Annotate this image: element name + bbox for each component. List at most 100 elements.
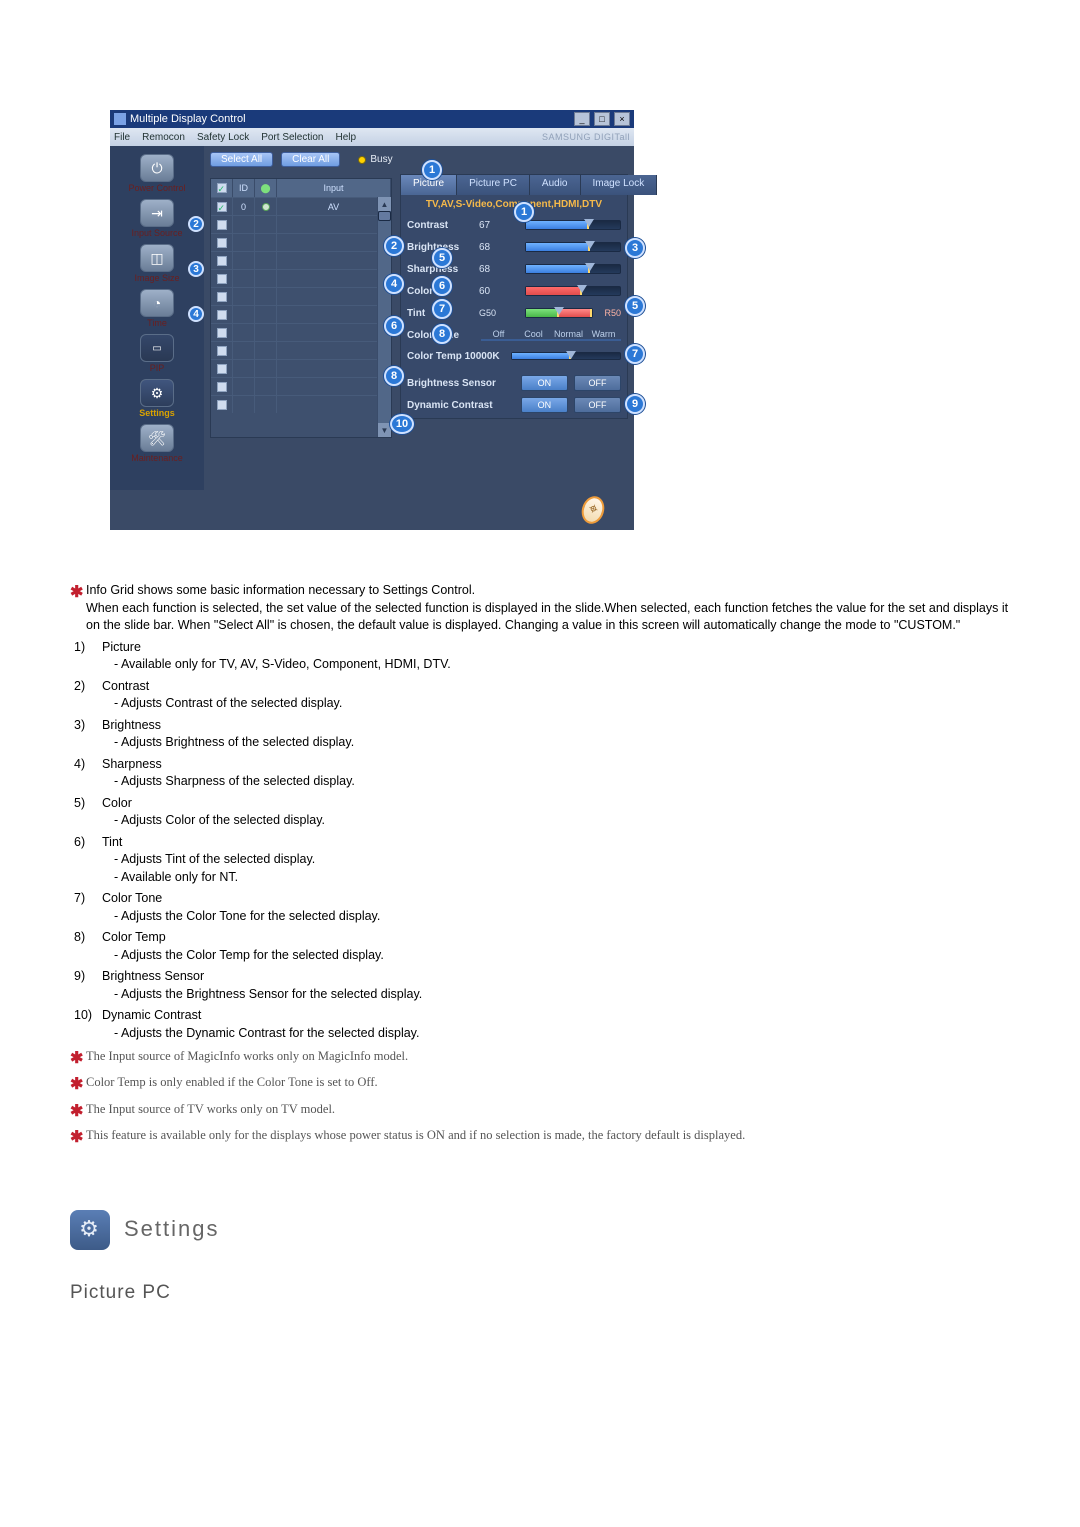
nav-input-source[interactable]: ⇥ Input Source 2 [114, 199, 200, 238]
close-button[interactable]: × [614, 112, 630, 126]
grid-row[interactable] [211, 215, 391, 233]
list-item-title: Color Temp [102, 929, 1010, 947]
minimize-button[interactable]: _ [574, 112, 590, 126]
nav-pip[interactable]: ▭ PIP [114, 334, 200, 373]
grid-row[interactable] [211, 287, 391, 305]
grid-row[interactable] [211, 251, 391, 269]
scroll-down-icon[interactable]: ▼ [378, 423, 391, 437]
tab-picture-pc[interactable]: Picture PC [457, 175, 530, 195]
checkbox-icon[interactable] [217, 346, 227, 356]
list-item-body: Color Tone- Adjusts the Color Tone for t… [102, 890, 1010, 925]
grid-row[interactable] [211, 359, 391, 377]
window-title: Multiple Display Control [130, 113, 246, 125]
list-item-number: 4) [70, 756, 102, 791]
menu-port-selection[interactable]: Port Selection [261, 132, 323, 143]
grid-header-check[interactable] [211, 179, 233, 197]
menu-remocon[interactable]: Remocon [142, 132, 185, 143]
image-size-icon: ◫ [140, 244, 174, 272]
clear-all-button[interactable]: Clear All [281, 152, 340, 167]
list-item-title: Brightness [102, 717, 1010, 735]
maximize-button[interactable]: □ [594, 112, 610, 126]
callout-badge: 6 [432, 276, 452, 296]
scroll-up-icon[interactable]: ▲ [378, 197, 391, 211]
nav-power-control[interactable]: ⏻ Power Control [114, 154, 200, 193]
list-item: 7)Color Tone- Adjusts the Color Tone for… [70, 890, 1010, 925]
slider-color-temp[interactable]: Color Temp 10000K [407, 346, 621, 366]
grid-header-id[interactable]: ID [233, 179, 255, 197]
busy-icon [358, 156, 366, 164]
checkbox-icon [217, 183, 227, 193]
intro-text: Info Grid shows some basic information n… [86, 582, 1010, 635]
grid-row[interactable] [211, 305, 391, 323]
list-item-number: 7) [70, 890, 102, 925]
list-item-sub: - Adjusts the Dynamic Contrast for the s… [102, 1025, 1010, 1043]
nav-time[interactable]: ◔ Time 4 [114, 289, 200, 328]
list-item-body: Dynamic Contrast- Adjusts the Dynamic Co… [102, 1007, 1010, 1042]
checkbox-icon[interactable] [217, 310, 227, 320]
brightness-sensor-off[interactable]: OFF [574, 375, 621, 391]
grid-row[interactable] [211, 377, 391, 395]
grid-row[interactable] [211, 341, 391, 359]
menu-file[interactable]: File [114, 132, 130, 143]
grid-row[interactable]: 0 AV [211, 197, 391, 215]
nav-maintenance[interactable]: 🛠 Maintenance [114, 424, 200, 463]
footnote-text: The Input source of MagicInfo works only… [86, 1048, 1010, 1070]
list-item-body: Color Temp- Adjusts the Color Temp for t… [102, 929, 1010, 964]
checkbox-icon[interactable] [217, 202, 227, 212]
dynamic-contrast-on[interactable]: ON [521, 397, 568, 413]
list-item-sub: - Adjusts Contrast of the selected displ… [102, 695, 1010, 713]
grid-row[interactable] [211, 269, 391, 287]
star-icon: ✱ [70, 1101, 86, 1123]
list-item-number: 8) [70, 929, 102, 964]
grid-row[interactable] [211, 233, 391, 251]
list-item-title: Sharpness [102, 756, 1010, 774]
callout-badge: 8 [384, 366, 404, 386]
section-title: Settings [124, 1214, 220, 1245]
callout-badge: 3 [625, 238, 645, 258]
info-grid: ID ⬤ Input 0 AV [210, 178, 392, 438]
footnote-text: This feature is available only for the d… [86, 1127, 1010, 1149]
list-item-sub: - Available only for NT. [102, 869, 1010, 887]
menu-safety-lock[interactable]: Safety Lock [197, 132, 249, 143]
checkbox-icon[interactable] [217, 256, 227, 266]
grid-row[interactable] [211, 395, 391, 413]
list-item-title: Color Tone [102, 890, 1010, 908]
list-item-title: Contrast [102, 678, 1010, 696]
checkbox-icon[interactable] [217, 274, 227, 284]
time-icon: ◔ [140, 289, 174, 317]
list-item-title: Tint [102, 834, 1010, 852]
nav-settings[interactable]: ⚙ Settings [114, 379, 200, 418]
brightness-sensor-toggle: Brightness Sensor ON OFF [407, 372, 621, 394]
checkbox-icon[interactable] [217, 238, 227, 248]
tab-image-lock[interactable]: Image Lock [581, 175, 658, 195]
callout-badge: 4 [384, 274, 404, 294]
grid-row[interactable] [211, 323, 391, 341]
list-item-number: 5) [70, 795, 102, 830]
select-all-button[interactable]: Select All [210, 152, 273, 167]
section-header: ⚙ Settings [70, 1210, 1010, 1250]
checkbox-icon[interactable] [217, 364, 227, 374]
nav-image-size[interactable]: ◫ Image Size 3 [114, 244, 200, 283]
app-icon [114, 113, 126, 125]
checkbox-icon[interactable] [217, 328, 227, 338]
callout-badge: 1 [422, 160, 442, 180]
busy-indicator: Busy [358, 154, 392, 165]
brightness-sensor-on[interactable]: ON [521, 375, 568, 391]
menu-help[interactable]: Help [335, 132, 356, 143]
list-item-number: 9) [70, 968, 102, 1003]
list-item-title: Color [102, 795, 1010, 813]
checkbox-icon[interactable] [217, 400, 227, 410]
grid-header-power[interactable]: ⬤ [255, 179, 277, 197]
checkbox-icon[interactable] [217, 220, 227, 230]
star-icon: ✱ [70, 1048, 86, 1070]
checkbox-icon[interactable] [217, 382, 227, 392]
side-nav: ⏻ Power Control ⇥ Input Source 2 ◫ Image… [110, 146, 204, 490]
pip-icon: ▭ [140, 334, 174, 362]
checkbox-icon[interactable] [217, 292, 227, 302]
tab-audio[interactable]: Audio [530, 175, 581, 195]
dynamic-contrast-off[interactable]: OFF [574, 397, 621, 413]
list-item: 10)Dynamic Contrast- Adjusts the Dynamic… [70, 1007, 1010, 1042]
description-block: ✱ Info Grid shows some basic information… [70, 582, 1010, 1306]
slider-contrast[interactable]: Contrast 67 [407, 214, 621, 236]
grid-header-input[interactable]: Input [277, 179, 391, 197]
